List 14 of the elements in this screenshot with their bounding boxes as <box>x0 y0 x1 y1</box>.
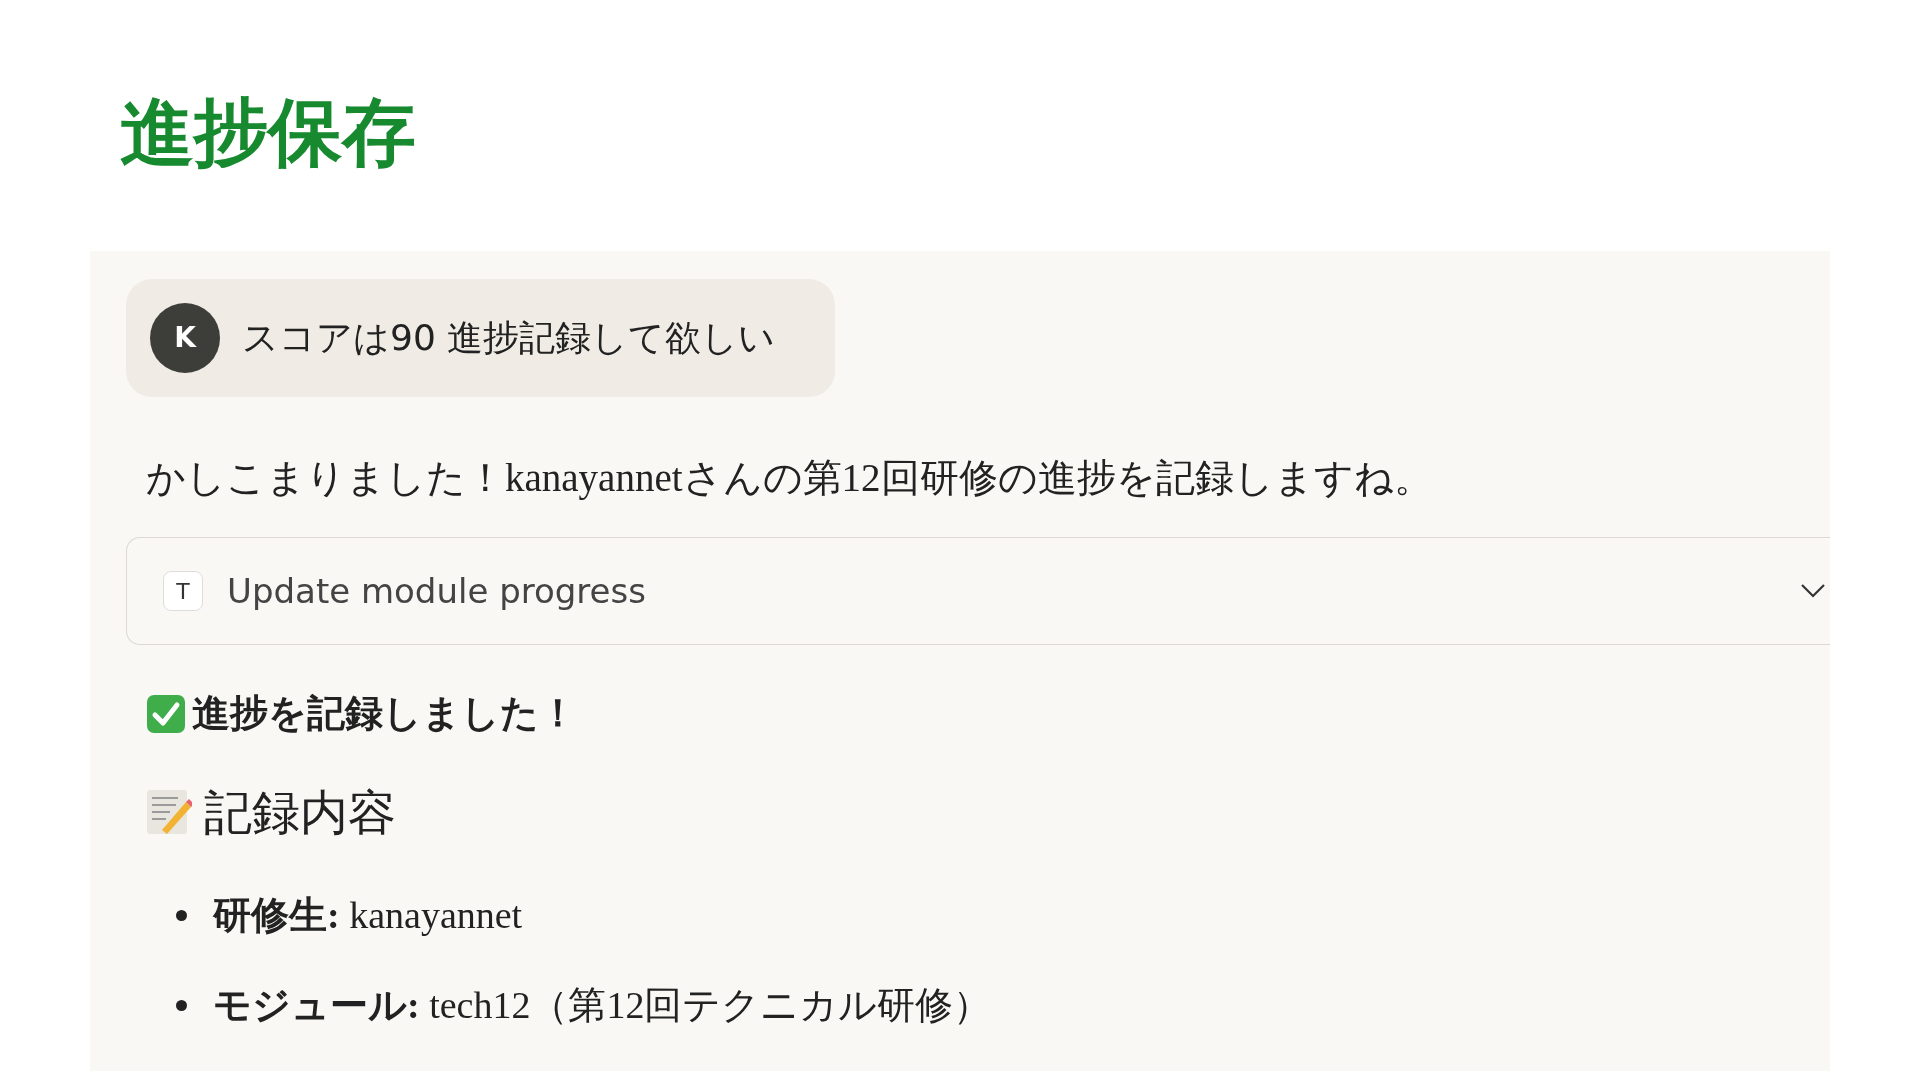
tool-call-toggle[interactable]: T Update module progress <box>126 537 1830 646</box>
user-avatar: K <box>150 302 220 373</box>
list-item-text: 研修生: kanayannet <box>213 892 523 938</box>
bullet-dot <box>176 909 187 921</box>
memo-pencil-icon <box>146 788 192 837</box>
check-mark-icon <box>146 693 186 734</box>
user-message-text: スコアは90 進捗記録して欲しい <box>242 315 776 360</box>
response-text: かしこまりました！kanayannetさんの第12回研修の進捗を記録しますね。 <box>146 454 1434 502</box>
status-heading: 進捗を記録しました！ <box>192 690 577 738</box>
list-item-text: モジュール: tech12（第12回テクニカル研修） <box>213 982 992 1028</box>
bullet-dot <box>176 999 187 1011</box>
section-heading: 記録内容 <box>204 783 396 843</box>
chevron-down-icon <box>1800 583 1826 600</box>
page-title: 進捗保存 <box>120 88 417 177</box>
